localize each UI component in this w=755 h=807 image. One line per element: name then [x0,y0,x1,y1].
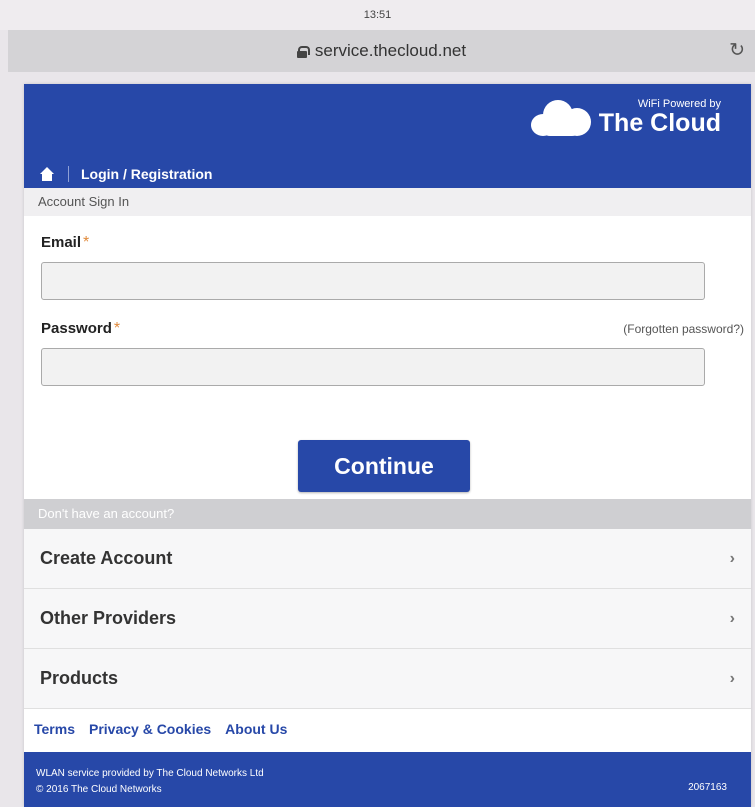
chevron-right-icon: › [729,669,735,687]
password-label: Password [41,320,112,337]
nav-login-registration[interactable]: Login / Registration [81,166,212,182]
header: WiFi Powered by The Cloud Login / Regist… [24,84,751,188]
status-bar: 13:51 [0,0,755,30]
footer-service-text: WLAN service provided by The Cloud Netwo… [36,768,264,779]
chevron-right-icon: › [729,609,735,627]
create-account-item[interactable]: Create Account › [24,529,751,589]
home-icon[interactable] [40,167,54,181]
footer: WLAN service provided by The Cloud Netwo… [24,752,751,807]
section-no-account: Don't have an account? [24,499,751,529]
email-input[interactable] [41,262,705,300]
cloud-icon [529,96,593,138]
products-item[interactable]: Products › [24,649,751,709]
privacy-cookies-link[interactable]: Privacy & Cookies [89,721,211,737]
footer-copyright: © 2016 The Cloud Networks [36,784,162,795]
about-us-link[interactable]: About Us [225,721,287,737]
email-label: Email [41,234,82,251]
page-content: WiFi Powered by The Cloud Login / Regist… [24,84,751,807]
divider [68,166,69,182]
other-providers-item[interactable]: Other Providers › [24,589,751,649]
required-mark: * [83,234,90,251]
lock-icon [296,46,310,58]
continue-button[interactable]: Continue [298,440,470,492]
reload-icon[interactable]: ↻ [729,39,745,62]
list-item-label: Products [40,668,119,688]
chevron-right-icon: › [729,549,735,567]
password-input[interactable] [41,348,705,386]
clock: 13:51 [363,9,392,21]
list-item-label: Create Account [40,548,173,568]
breadcrumb: Login / Registration [40,160,212,188]
footer-links: Terms Privacy & Cookies About Us [24,709,751,749]
brand-logo: WiFi Powered by The Cloud [529,96,721,138]
url-text[interactable]: service.thecloud.net [315,41,466,61]
address-bar[interactable]: service.thecloud.net ↻ [8,30,755,72]
brand-name: The Cloud [598,109,721,137]
required-mark: * [113,320,121,337]
sign-in-form: Email * Password * (Forgotten password?) C… [24,216,751,499]
forgot-password-link[interactable]: (Forgotten password?) [623,322,744,336]
list-item-label: Other Providers [40,608,177,628]
terms-link[interactable]: Terms [34,721,75,737]
footer-id: 2067163 [688,782,727,793]
section-account-sign-in: Account Sign In [24,188,751,216]
